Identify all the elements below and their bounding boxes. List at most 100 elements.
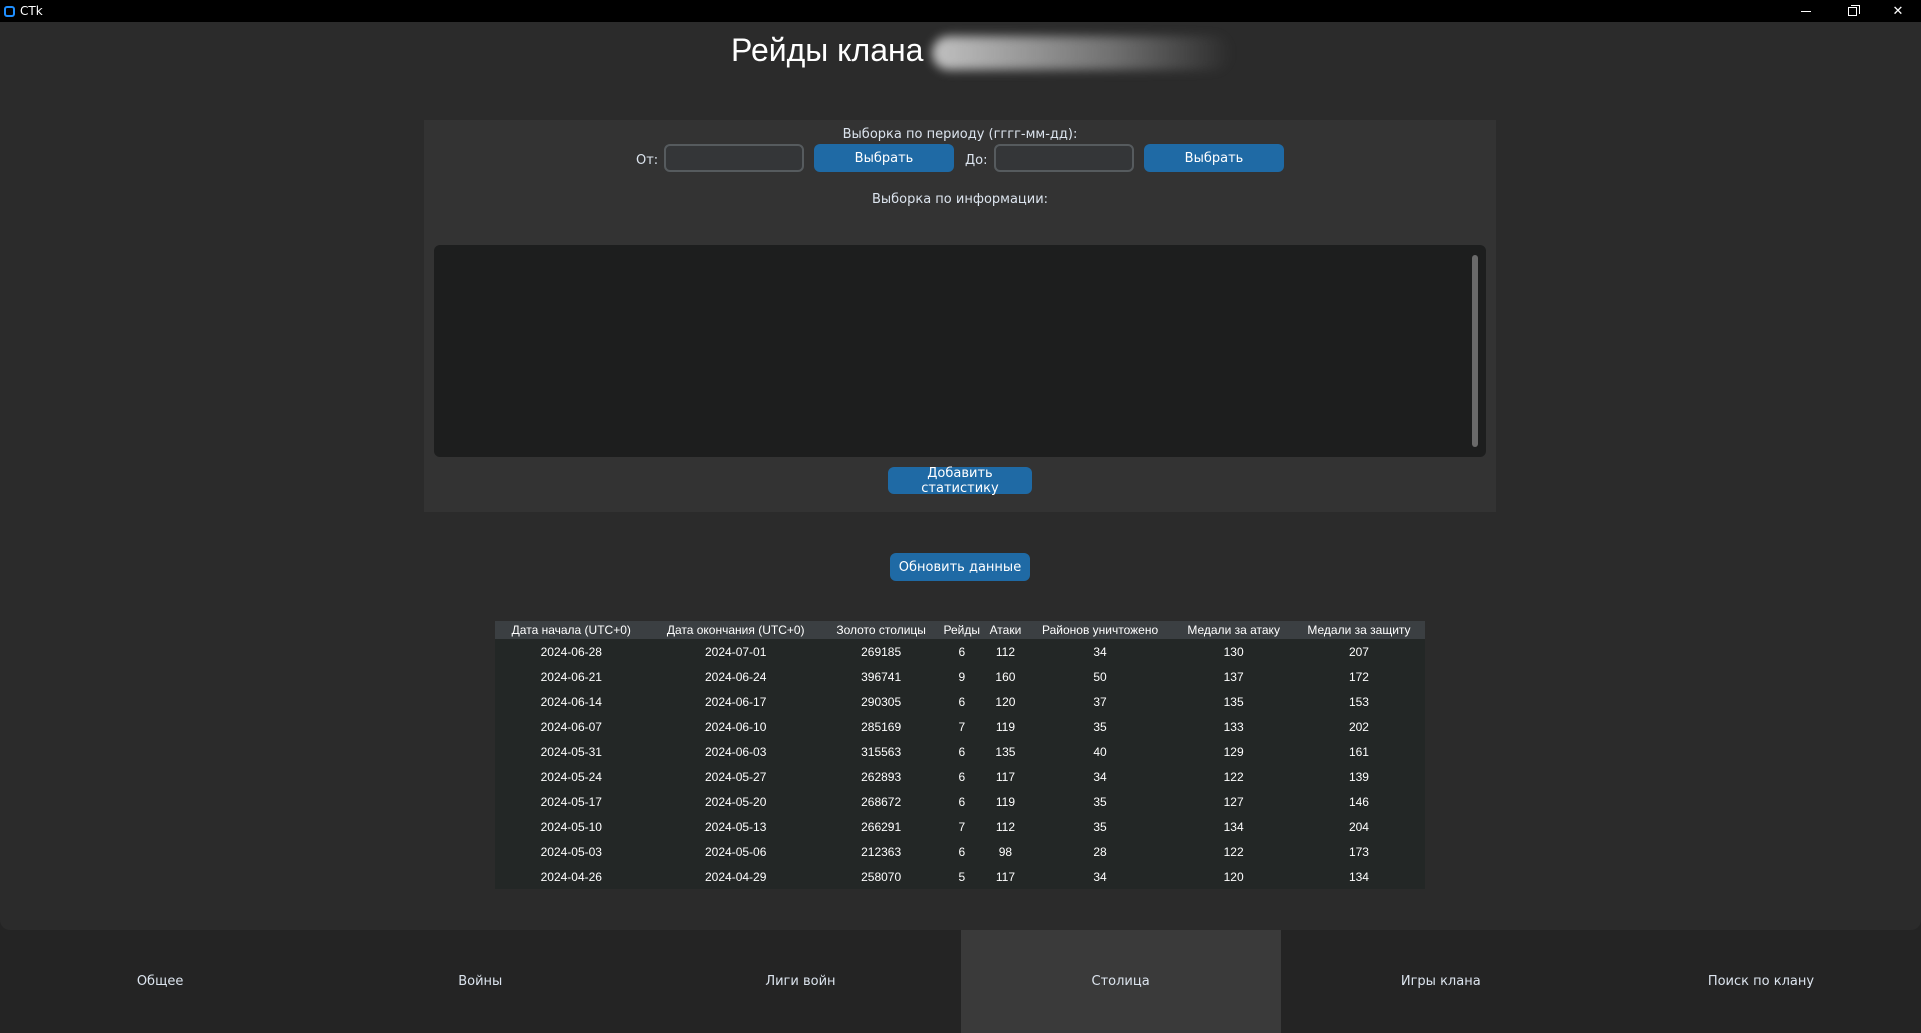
table-row: 2024-06-21 2024-06-24 396741 9 160 50 137 172 <box>495 664 1425 689</box>
table-cell: 2024-05-03 <box>540 844 602 859</box>
table-cell: 134 <box>1223 819 1244 834</box>
table-cell: 134 <box>1348 869 1369 884</box>
table-row: 2024-06-14 2024-06-17 290305 6 120 37 135 153 <box>495 689 1425 714</box>
table-cell: 2024-04-26 <box>540 869 602 884</box>
table-cell: 2024-07-01 <box>705 644 767 659</box>
table-cell: 6 <box>958 769 966 784</box>
table-cell: 161 <box>1348 744 1369 759</box>
to-date-input[interactable] <box>994 144 1134 172</box>
table-cell: 119 <box>995 719 1015 734</box>
table-cell: 34 <box>1093 869 1107 884</box>
table-cell: 137 <box>1223 669 1244 684</box>
table-cell: 98 <box>998 844 1013 859</box>
tab-2[interactable]: Лиги войн <box>640 930 961 1033</box>
table-cell: 2024-05-20 <box>705 794 767 809</box>
add-statistics-button[interactable]: Добавить статистику <box>888 466 1032 496</box>
table-row: 2024-05-03 2024-05-06 212363 6 98 28 122 173 <box>495 839 1425 864</box>
table-cell: 35 <box>1093 794 1107 809</box>
table-header-row: Дата начала (UTC+0) Дата окончания (UTC+0… <box>495 621 1425 639</box>
to-select-button[interactable]: Выбрать <box>1144 144 1284 172</box>
raids-table: Дата начала (UTC+0) Дата окончания (UTC+0… <box>495 621 1425 889</box>
table-cell: 35 <box>1093 819 1107 834</box>
tab-3[interactable]: Столица <box>960 930 1281 1033</box>
table-cell: 119 <box>995 794 1015 809</box>
table-cell: 35 <box>1093 719 1107 734</box>
table-cell: 117 <box>995 769 1015 784</box>
table-cell: 7 <box>958 719 966 734</box>
column-header: Дата начала (UTC+0) <box>495 621 648 639</box>
table-cell: 2024-05-31 <box>540 744 602 759</box>
restore-icon <box>1847 4 1860 16</box>
table-cell: 2024-05-17 <box>540 794 602 809</box>
minimize-button[interactable] <box>1783 0 1829 22</box>
refresh-data-button[interactable]: Обновить данные <box>890 553 1030 581</box>
table-cell: 2024-06-07 <box>540 719 602 734</box>
table-cell: 34 <box>1093 769 1107 784</box>
close-icon: ✕ <box>1892 3 1904 19</box>
table-row: 2024-04-26 2024-04-29 258070 5 117 34 120 134 <box>495 864 1425 889</box>
bottom-tab-bar: Общее Войны Лиги войн Столица Игры клана Поис… <box>0 930 1921 1033</box>
window-title: CTk <box>20 4 43 18</box>
table-cell: 2024-06-03 <box>705 744 767 759</box>
table-cell: 290305 <box>861 694 902 709</box>
table-cell: 129 <box>1223 744 1244 759</box>
table-row: 2024-06-07 2024-06-10 285169 7 119 35 133 202 <box>495 714 1425 739</box>
table-cell: 135 <box>1223 694 1244 709</box>
column-header: Золото столицы <box>823 621 939 639</box>
from-date-input[interactable] <box>664 144 804 172</box>
table-cell: 258070 <box>861 869 902 884</box>
table-cell: 40 <box>1093 744 1107 759</box>
table-cell: 396741 <box>861 669 902 684</box>
tab-5[interactable]: Поиск по клану <box>1600 930 1921 1033</box>
info-scrollbar[interactable] <box>1472 255 1478 447</box>
table-cell: 202 <box>1348 719 1369 734</box>
table-cell: 266291 <box>861 819 902 834</box>
from-label: От: <box>636 153 659 168</box>
table-row: 2024-05-24 2024-05-27 262893 6 117 34 122 139 <box>495 764 1425 789</box>
table-cell: 7 <box>958 819 966 834</box>
minimize-icon <box>1801 10 1811 12</box>
table-cell: 122 <box>1223 769 1244 784</box>
table-cell: 146 <box>1348 794 1369 809</box>
close-button[interactable]: ✕ <box>1875 0 1921 22</box>
table-cell: 262893 <box>861 769 902 784</box>
table-cell: 37 <box>1093 694 1107 709</box>
table-cell: 50 <box>1093 669 1107 684</box>
app-icon <box>4 5 15 17</box>
maximize-button[interactable] <box>1829 0 1875 22</box>
column-header: Атаки <box>985 621 1026 639</box>
redacted-clan-name <box>932 36 1232 70</box>
page-title: Рейды клана <box>731 32 924 68</box>
table-cell: 130 <box>1223 644 1244 659</box>
table-cell: 2024-05-06 <box>705 844 767 859</box>
table-cell: 268672 <box>861 794 902 809</box>
table-cell: 5 <box>958 869 966 884</box>
table-cell: 117 <box>995 869 1015 884</box>
tab-4[interactable]: Игры клана <box>1280 930 1601 1033</box>
table-cell: 122 <box>1223 844 1244 859</box>
table-row: 2024-06-28 2024-07-01 269185 6 112 34 130 207 <box>495 639 1425 664</box>
column-header: Районов уничтожено <box>1025 621 1175 639</box>
table-cell: 112 <box>995 819 1015 834</box>
table-cell: 2024-04-29 <box>705 869 767 884</box>
table-cell: 2024-06-10 <box>705 719 767 734</box>
table-cell: 212363 <box>861 844 902 859</box>
table-cell: 153 <box>1348 694 1369 709</box>
column-header: Рейды <box>938 621 986 639</box>
table-cell: 112 <box>995 644 1015 659</box>
table-cell: 6 <box>958 844 966 859</box>
table-cell: 285169 <box>861 719 902 734</box>
tab-1[interactable]: Войны <box>320 930 641 1033</box>
column-header: Медали за защиту <box>1292 621 1425 639</box>
table-cell: 2024-06-28 <box>540 644 602 659</box>
table-cell: 2024-05-13 <box>705 819 767 834</box>
info-textbox[interactable] <box>434 245 1486 457</box>
tab-0[interactable]: Общее <box>0 930 321 1033</box>
main-content: Рейды клана Выборка по периоду (гггг-мм-… <box>0 22 1921 930</box>
table-row: 2024-05-17 2024-05-20 268672 6 119 35 127 146 <box>495 789 1425 814</box>
table-cell: 135 <box>995 744 1016 759</box>
table-row: 2024-05-31 2024-06-03 315563 6 135 40 129 161 <box>495 739 1425 764</box>
from-select-button[interactable]: Выбрать <box>814 144 954 172</box>
table-cell: 133 <box>1223 719 1244 734</box>
table-row: 2024-05-10 2024-05-13 266291 7 112 35 134 204 <box>495 814 1425 839</box>
